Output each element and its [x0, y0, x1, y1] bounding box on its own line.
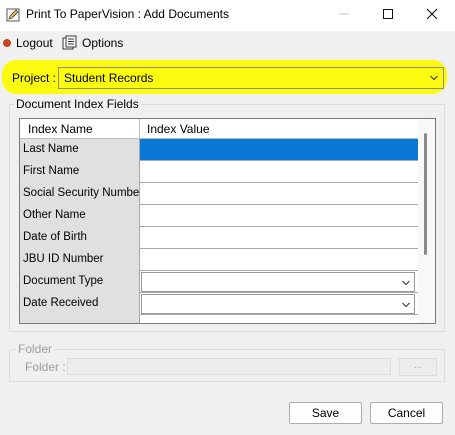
- chevron-down-icon: [401, 299, 411, 313]
- table-row: Date Received: [20, 293, 418, 315]
- chevron-down-icon: [429, 72, 439, 86]
- grid-body: Last Name First Name Social Security Num…: [20, 139, 418, 323]
- index-name-cell: Other Name: [20, 205, 140, 227]
- menu-bar: Logout Options: [0, 31, 455, 55]
- folder-browse-button[interactable]: ...: [399, 358, 437, 376]
- index-value-cell[interactable]: [140, 139, 418, 160]
- index-value-cell[interactable]: [140, 205, 418, 226]
- logout-label: Logout: [16, 36, 53, 50]
- document-type-dropdown[interactable]: [141, 272, 415, 292]
- project-value: Student Records: [64, 71, 154, 85]
- index-name-cell: First Name: [20, 161, 140, 183]
- index-value-cell[interactable]: [140, 249, 418, 270]
- index-fields-group-label: Document Index Fields: [14, 97, 141, 111]
- options-menu-item[interactable]: Options: [62, 34, 123, 52]
- index-name-cell: Document Type: [20, 271, 140, 293]
- maximize-button[interactable]: [366, 0, 410, 31]
- table-row: Document Type: [20, 271, 418, 293]
- index-value-cell[interactable]: [140, 161, 418, 182]
- minimize-button[interactable]: [322, 0, 366, 31]
- folder-label: Folder :: [25, 360, 66, 374]
- table-row: First Name: [20, 161, 418, 183]
- logout-dot-icon: [2, 38, 12, 48]
- table-row: Other Name: [20, 205, 418, 227]
- index-name-cell: JBU ID Number: [20, 249, 140, 271]
- title-bar: Print To PaperVision : Add Documents: [0, 0, 455, 31]
- chevron-down-icon: [401, 277, 411, 291]
- save-button[interactable]: Save: [289, 402, 362, 424]
- index-name-cell: Social Security Number: [20, 183, 140, 205]
- date-received-dropdown[interactable]: [141, 294, 415, 314]
- index-value-cell[interactable]: [140, 227, 418, 248]
- table-row: JBU ID Number: [20, 249, 418, 271]
- scrollbar-thumb[interactable]: [424, 133, 427, 255]
- folder-group-label: Folder: [16, 342, 55, 356]
- column-header-index-name[interactable]: Index Name: [20, 119, 140, 139]
- index-name-cell: [20, 315, 140, 323]
- folder-field[interactable]: [67, 358, 391, 375]
- index-name-cell: Date of Birth: [20, 227, 140, 249]
- project-label: Project :: [12, 71, 57, 85]
- options-label: Options: [82, 36, 124, 50]
- column-header-index-value[interactable]: Index Value: [140, 119, 418, 139]
- options-icon: [62, 35, 78, 51]
- index-value-cell[interactable]: [140, 183, 418, 204]
- window-title: Print To PaperVision : Add Documents: [26, 7, 230, 21]
- index-name-cell: Last Name: [20, 139, 140, 161]
- grid-vertical-scrollbar[interactable]: [418, 119, 435, 323]
- minimize-icon: [338, 8, 350, 23]
- table-row-partial: [20, 315, 418, 323]
- close-icon: [426, 8, 438, 23]
- logout-menu-item[interactable]: Logout: [2, 34, 53, 52]
- cancel-button[interactable]: Cancel: [370, 402, 443, 424]
- pencil-icon: [6, 8, 20, 22]
- grid-header: Index Name Index Value: [20, 119, 418, 139]
- index-name-cell: Date Received: [20, 293, 140, 315]
- table-row: Date of Birth: [20, 227, 418, 249]
- table-row: Last Name: [20, 139, 418, 161]
- close-button[interactable]: [410, 0, 454, 31]
- index-value-cell[interactable]: [140, 315, 418, 323]
- maximize-icon: [382, 8, 394, 23]
- index-fields-grid: Index Name Index Value Last Name First N…: [19, 118, 436, 324]
- project-dropdown[interactable]: Student Records: [58, 67, 444, 89]
- table-row: Social Security Number: [20, 183, 418, 205]
